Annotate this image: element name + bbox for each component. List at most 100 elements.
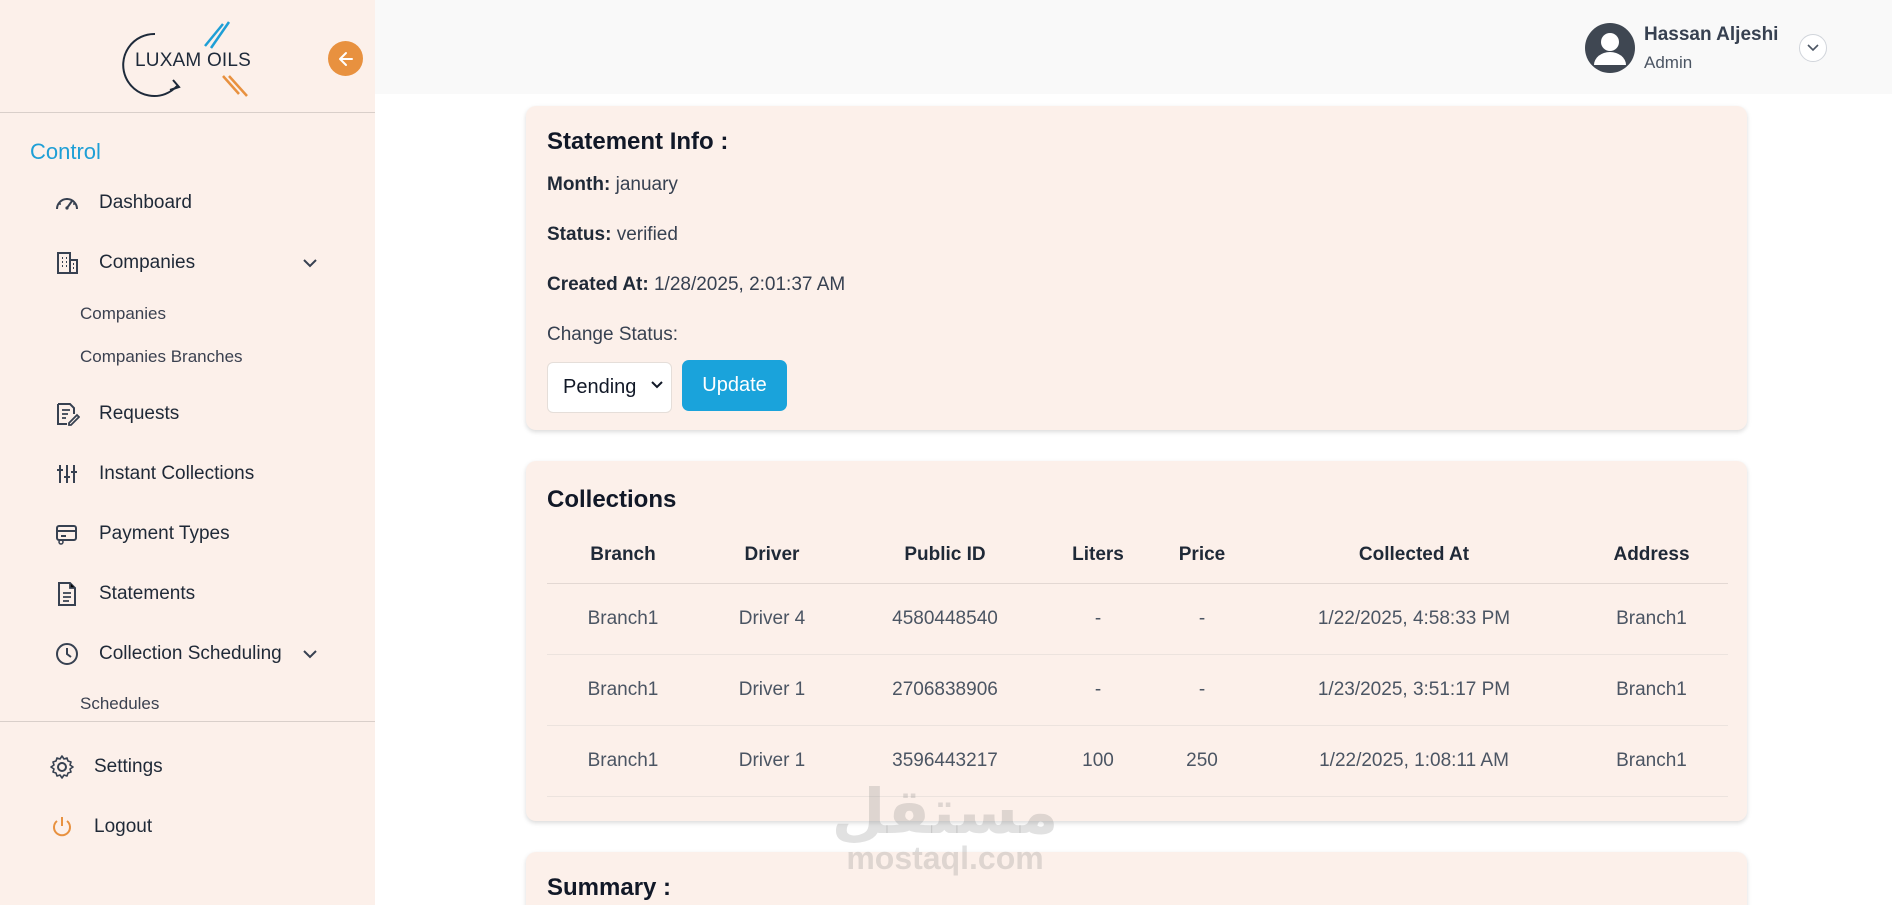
sidebar-divider xyxy=(0,721,375,722)
cell-driver: Driver 1 xyxy=(699,725,845,797)
cell-public-id: 2706838906 xyxy=(845,654,1045,726)
sidebar-item-instant-collections[interactable]: Instant Collections xyxy=(54,458,254,490)
status-value: verified xyxy=(616,224,678,245)
sidebar-item-settings[interactable]: Settings xyxy=(49,751,163,783)
sliders-icon xyxy=(54,461,80,487)
created-at-value: 1/28/2025, 2:01:37 AM xyxy=(653,274,846,295)
cell-price: - xyxy=(1151,583,1253,655)
created-at-label: Created At: xyxy=(547,274,649,295)
sidebar-item-label: Logout xyxy=(94,816,153,837)
sidebar-item-logout[interactable]: Logout xyxy=(49,811,152,843)
cell-liters: - xyxy=(1045,654,1151,726)
cell-price: - xyxy=(1151,654,1253,726)
month-label: Month: xyxy=(547,174,611,195)
created-at-line: Created At: 1/28/2025, 2:01:37 AM xyxy=(547,274,845,296)
document-icon xyxy=(54,581,80,607)
sidebar: LUXAM OILS Control Dashboard Companies C… xyxy=(0,0,375,905)
cell-branch: Branch1 xyxy=(547,583,699,655)
speedometer-icon xyxy=(54,190,80,216)
collections-title: Collections xyxy=(547,486,677,513)
cell-driver: Driver 4 xyxy=(699,583,845,655)
sidebar-item-requests[interactable]: Requests xyxy=(54,398,179,430)
column-header-price: Price xyxy=(1151,527,1253,584)
sidebar-item-dashboard[interactable]: Dashboard xyxy=(54,187,192,219)
power-icon xyxy=(49,814,75,840)
document-pen-icon xyxy=(54,401,80,427)
table-row[interactable]: Branch1 Driver 4 4580448540 - - 1/22/202… xyxy=(547,583,1728,655)
column-header-branch: Branch xyxy=(547,527,699,584)
status-label: Status: xyxy=(547,224,612,245)
month-line: Month: january xyxy=(547,174,678,196)
sidebar-item-label: Statements xyxy=(99,583,196,604)
cell-address: Branch1 xyxy=(1575,725,1728,797)
column-header-collected-at: Collected At xyxy=(1253,527,1575,584)
sidebar-item-label: Settings xyxy=(94,756,163,777)
table-header-row: Branch Driver Public ID Liters Price Col… xyxy=(547,527,1728,584)
logo-text: LUXAM OILS xyxy=(135,50,252,71)
cell-branch: Branch1 xyxy=(547,654,699,726)
statement-info-title: Statement Info : xyxy=(547,128,729,155)
collections-table: Branch Driver Public ID Liters Price Col… xyxy=(547,527,1728,797)
user-role: Admin xyxy=(1644,53,1693,72)
status-select-value: Pending xyxy=(563,376,637,398)
summary-card: Summary : xyxy=(526,852,1747,905)
clock-icon xyxy=(54,641,80,667)
sidebar-item-companies[interactable]: Companies xyxy=(54,247,195,279)
user-icon xyxy=(1594,33,1626,65)
chevron-down-icon xyxy=(1807,44,1819,52)
building-icon xyxy=(54,250,80,276)
cell-liters: - xyxy=(1045,583,1151,655)
column-header-public-id: Public ID xyxy=(845,527,1045,584)
summary-title: Summary : xyxy=(547,874,672,901)
cell-liters: 100 xyxy=(1045,725,1151,797)
luxam-oils-logo[interactable]: LUXAM OILS xyxy=(115,20,260,98)
sidebar-item-collection-scheduling[interactable]: Collection Scheduling xyxy=(54,638,282,670)
column-header-address: Address xyxy=(1575,527,1728,584)
change-status-label: Change Status: xyxy=(547,324,678,345)
cell-collected-at: 1/23/2025, 3:51:17 PM xyxy=(1253,654,1575,726)
user-name: Hassan Aljeshi xyxy=(1644,24,1779,45)
sidebar-item-label: Requests xyxy=(99,403,180,424)
user-menu-button[interactable] xyxy=(1799,34,1827,62)
collapse-sidebar-button[interactable] xyxy=(328,41,363,76)
cell-price: 250 xyxy=(1151,725,1253,797)
column-header-driver: Driver xyxy=(699,527,845,584)
arrow-left-icon xyxy=(338,51,353,66)
credit-card-icon xyxy=(54,521,80,547)
scheduling-chevron-down-icon[interactable] xyxy=(300,644,320,664)
update-button[interactable]: Update xyxy=(682,360,787,411)
table-row[interactable]: Branch1 Driver 1 2706838906 - - 1/23/202… xyxy=(547,654,1728,726)
sidebar-item-statements[interactable]: Statements xyxy=(54,578,195,610)
status-select[interactable]: Pending xyxy=(547,362,672,413)
sidebar-section-title: Control xyxy=(30,139,101,164)
topbar xyxy=(375,0,1892,94)
logo-area: LUXAM OILS xyxy=(0,0,375,113)
month-value: january xyxy=(615,174,678,195)
cell-address: Branch1 xyxy=(1575,583,1728,655)
sidebar-item-label: Companies xyxy=(99,252,196,273)
sidebar-item-label: Dashboard xyxy=(99,192,192,213)
cell-address: Branch1 xyxy=(1575,654,1728,726)
cell-branch: Branch1 xyxy=(547,725,699,797)
select-caret-icon xyxy=(651,381,663,389)
user-avatar[interactable] xyxy=(1585,23,1635,73)
sidebar-item-label: Collection Scheduling xyxy=(99,643,282,664)
companies-chevron-down-icon[interactable] xyxy=(300,253,320,273)
sidebar-subitem-schedules[interactable]: Schedules xyxy=(80,694,159,714)
sidebar-item-payment-types[interactable]: Payment Types xyxy=(54,518,230,550)
cell-public-id: 3596443217 xyxy=(845,725,1045,797)
cell-collected-at: 1/22/2025, 4:58:33 PM xyxy=(1253,583,1575,655)
column-header-liters: Liters xyxy=(1045,527,1151,584)
cell-public-id: 4580448540 xyxy=(845,583,1045,655)
table-row[interactable]: Branch1 Driver 1 3596443217 100 250 1/22… xyxy=(547,725,1728,797)
sidebar-subitem-companies-branches[interactable]: Companies Branches xyxy=(80,347,243,367)
collections-card: Collections Branch Driver Public ID Lite… xyxy=(526,461,1747,821)
gear-icon xyxy=(49,754,75,780)
status-line: Status: verified xyxy=(547,224,678,246)
cell-collected-at: 1/22/2025, 1:08:11 AM xyxy=(1253,725,1575,797)
sidebar-item-label: Payment Types xyxy=(99,523,230,544)
sidebar-item-label: Instant Collections xyxy=(99,463,255,484)
sidebar-subitem-companies[interactable]: Companies xyxy=(80,304,166,324)
statement-info-card: Statement Info : Month: january Status: … xyxy=(526,106,1747,430)
cell-driver: Driver 1 xyxy=(699,654,845,726)
